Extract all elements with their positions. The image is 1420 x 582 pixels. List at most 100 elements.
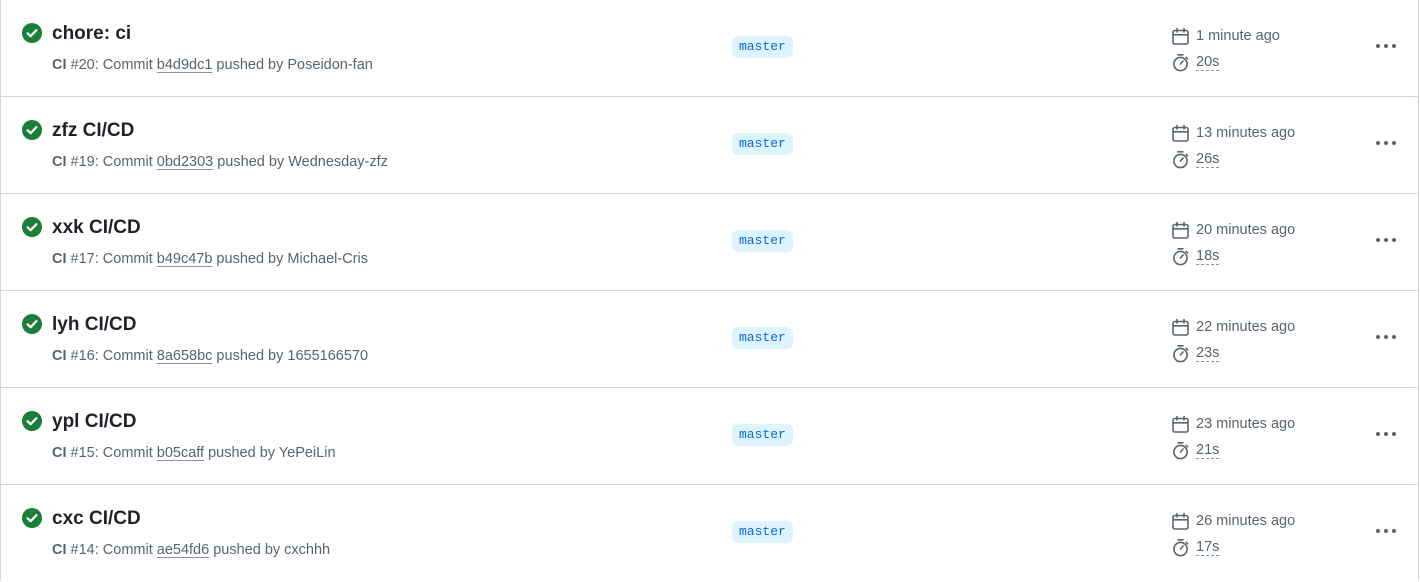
calendar-icon: [1172, 318, 1189, 336]
run-meta: CI #14: Commit ae54fd6 pushed by cxchhh: [52, 541, 330, 559]
more-actions-button[interactable]: [1369, 420, 1403, 448]
actor-name: cxchhh: [284, 542, 331, 558]
run-date: 23 minutes ago: [1171, 413, 1295, 435]
run-number: #19: [70, 154, 95, 170]
run-number: #14: [70, 542, 95, 558]
kebab-horizontal-icon: [1376, 141, 1396, 145]
pushed-by-text: pushed by: [212, 57, 288, 73]
commit-prefix: : Commit: [94, 445, 157, 461]
run-title-link[interactable]: lyh CI/CD: [52, 313, 136, 337]
more-actions-button[interactable]: [1369, 226, 1403, 254]
branch-badge[interactable]: master: [732, 521, 793, 543]
calendar-icon: [1172, 415, 1189, 433]
run-duration: 21s: [1171, 439, 1220, 461]
run-duration: 23s: [1171, 342, 1220, 364]
duration-value: 20s: [1196, 53, 1220, 71]
workflow-name: CI: [52, 542, 67, 558]
check-circle-fill-icon: [22, 120, 42, 140]
workflow-name: CI: [52, 251, 67, 267]
duration-value: 17s: [1196, 538, 1220, 556]
run-title-link[interactable]: xxk CI/CD: [52, 216, 141, 240]
commit-sha-link[interactable]: ae54fd6: [157, 542, 209, 558]
commit-prefix: : Commit: [94, 154, 157, 170]
branch-badge[interactable]: master: [732, 327, 793, 349]
more-actions-button[interactable]: [1369, 32, 1403, 60]
run-duration: 18s: [1171, 245, 1220, 267]
actor-name: Michael-Cris: [287, 251, 368, 267]
run-date: 13 minutes ago: [1171, 122, 1295, 144]
workflow-run-row[interactable]: zfz CI/CD CI #19: Commit 0bd2303 pushed …: [1, 97, 1418, 194]
time-ago: 26 minutes ago: [1196, 513, 1296, 529]
commit-prefix: : Commit: [94, 348, 157, 364]
check-circle-fill-icon: [22, 314, 42, 334]
workflow-runs-list: chore: ci CI #20: Commit b4d9dc1 pushed …: [0, 0, 1419, 581]
branch-badge[interactable]: master: [732, 230, 793, 252]
duration-value: 21s: [1196, 441, 1220, 459]
run-title-link[interactable]: ypl CI/CD: [52, 410, 136, 434]
run-title-link[interactable]: zfz CI/CD: [52, 119, 134, 143]
pushed-by-text: pushed by: [204, 445, 279, 461]
check-circle-fill-icon: [22, 23, 42, 43]
time-ago: 20 minutes ago: [1196, 222, 1296, 238]
branch-badge[interactable]: master: [732, 424, 793, 446]
kebab-horizontal-icon: [1376, 432, 1396, 436]
commit-sha-link[interactable]: b05caff: [157, 445, 204, 461]
workflow-name: CI: [52, 445, 67, 461]
workflow-name: CI: [52, 154, 67, 170]
more-actions-button[interactable]: [1369, 323, 1403, 351]
actor-name: Wednesday-zfz: [288, 154, 388, 170]
pushed-by-text: pushed by: [212, 251, 288, 267]
run-title-link[interactable]: chore: ci: [52, 22, 131, 46]
stopwatch-icon: [1173, 150, 1189, 168]
pushed-by-text: pushed by: [212, 348, 288, 364]
actor-name: YePeiLin: [278, 445, 336, 461]
duration-value: 26s: [1196, 150, 1220, 168]
commit-prefix: : Commit: [94, 251, 157, 267]
stopwatch-icon: [1173, 344, 1189, 362]
kebab-horizontal-icon: [1376, 44, 1396, 48]
kebab-horizontal-icon: [1376, 529, 1396, 533]
more-actions-button[interactable]: [1369, 517, 1403, 545]
time-ago: 1 minute ago: [1196, 28, 1280, 44]
calendar-icon: [1172, 512, 1189, 530]
kebab-horizontal-icon: [1376, 335, 1396, 339]
workflow-name: CI: [52, 348, 67, 364]
commit-prefix: : Commit: [94, 542, 157, 558]
run-duration: 20s: [1171, 51, 1220, 73]
workflow-run-row[interactable]: xxk CI/CD CI #17: Commit b49c47b pushed …: [1, 194, 1418, 291]
check-circle-fill-icon: [22, 217, 42, 237]
stopwatch-icon: [1173, 247, 1189, 265]
workflow-run-row[interactable]: chore: ci CI #20: Commit b4d9dc1 pushed …: [1, 0, 1418, 97]
branch-badge[interactable]: master: [732, 133, 793, 155]
workflow-run-row[interactable]: ypl CI/CD CI #15: Commit b05caff pushed …: [1, 388, 1418, 485]
run-meta: CI #17: Commit b49c47b pushed by Michael…: [52, 250, 368, 268]
workflow-run-row[interactable]: cxc CI/CD CI #14: Commit ae54fd6 pushed …: [1, 485, 1418, 582]
stopwatch-icon: [1173, 538, 1189, 556]
time-ago: 13 minutes ago: [1196, 125, 1296, 141]
run-date: 22 minutes ago: [1171, 316, 1295, 338]
run-number: #20: [70, 57, 95, 73]
run-title-link[interactable]: cxc CI/CD: [52, 507, 141, 531]
pushed-by-text: pushed by: [213, 154, 289, 170]
commit-sha-link[interactable]: 0bd2303: [157, 154, 213, 170]
branch-badge[interactable]: master: [732, 36, 793, 58]
stopwatch-icon: [1173, 441, 1189, 459]
duration-value: 18s: [1196, 247, 1220, 265]
run-number: #17: [70, 251, 95, 267]
time-ago: 22 minutes ago: [1196, 319, 1296, 335]
run-meta: CI #20: Commit b4d9dc1 pushed by Poseido…: [52, 56, 373, 74]
commit-sha-link[interactable]: b49c47b: [157, 251, 213, 267]
more-actions-button[interactable]: [1369, 129, 1403, 157]
calendar-icon: [1172, 124, 1189, 142]
commit-sha-link[interactable]: 8a658bc: [157, 348, 213, 364]
run-duration: 26s: [1171, 148, 1220, 170]
run-meta: CI #19: Commit 0bd2303 pushed by Wednesd…: [52, 153, 388, 171]
commit-prefix: : Commit: [94, 57, 157, 73]
check-circle-fill-icon: [22, 411, 42, 431]
run-meta: CI #15: Commit b05caff pushed by YePeiLi…: [52, 444, 336, 462]
check-circle-fill-icon: [22, 508, 42, 528]
commit-sha-link[interactable]: b4d9dc1: [157, 57, 213, 73]
workflow-run-row[interactable]: lyh CI/CD CI #16: Commit 8a658bc pushed …: [1, 291, 1418, 388]
run-date: 1 minute ago: [1171, 25, 1280, 47]
run-meta: CI #16: Commit 8a658bc pushed by 1655166…: [52, 347, 368, 365]
